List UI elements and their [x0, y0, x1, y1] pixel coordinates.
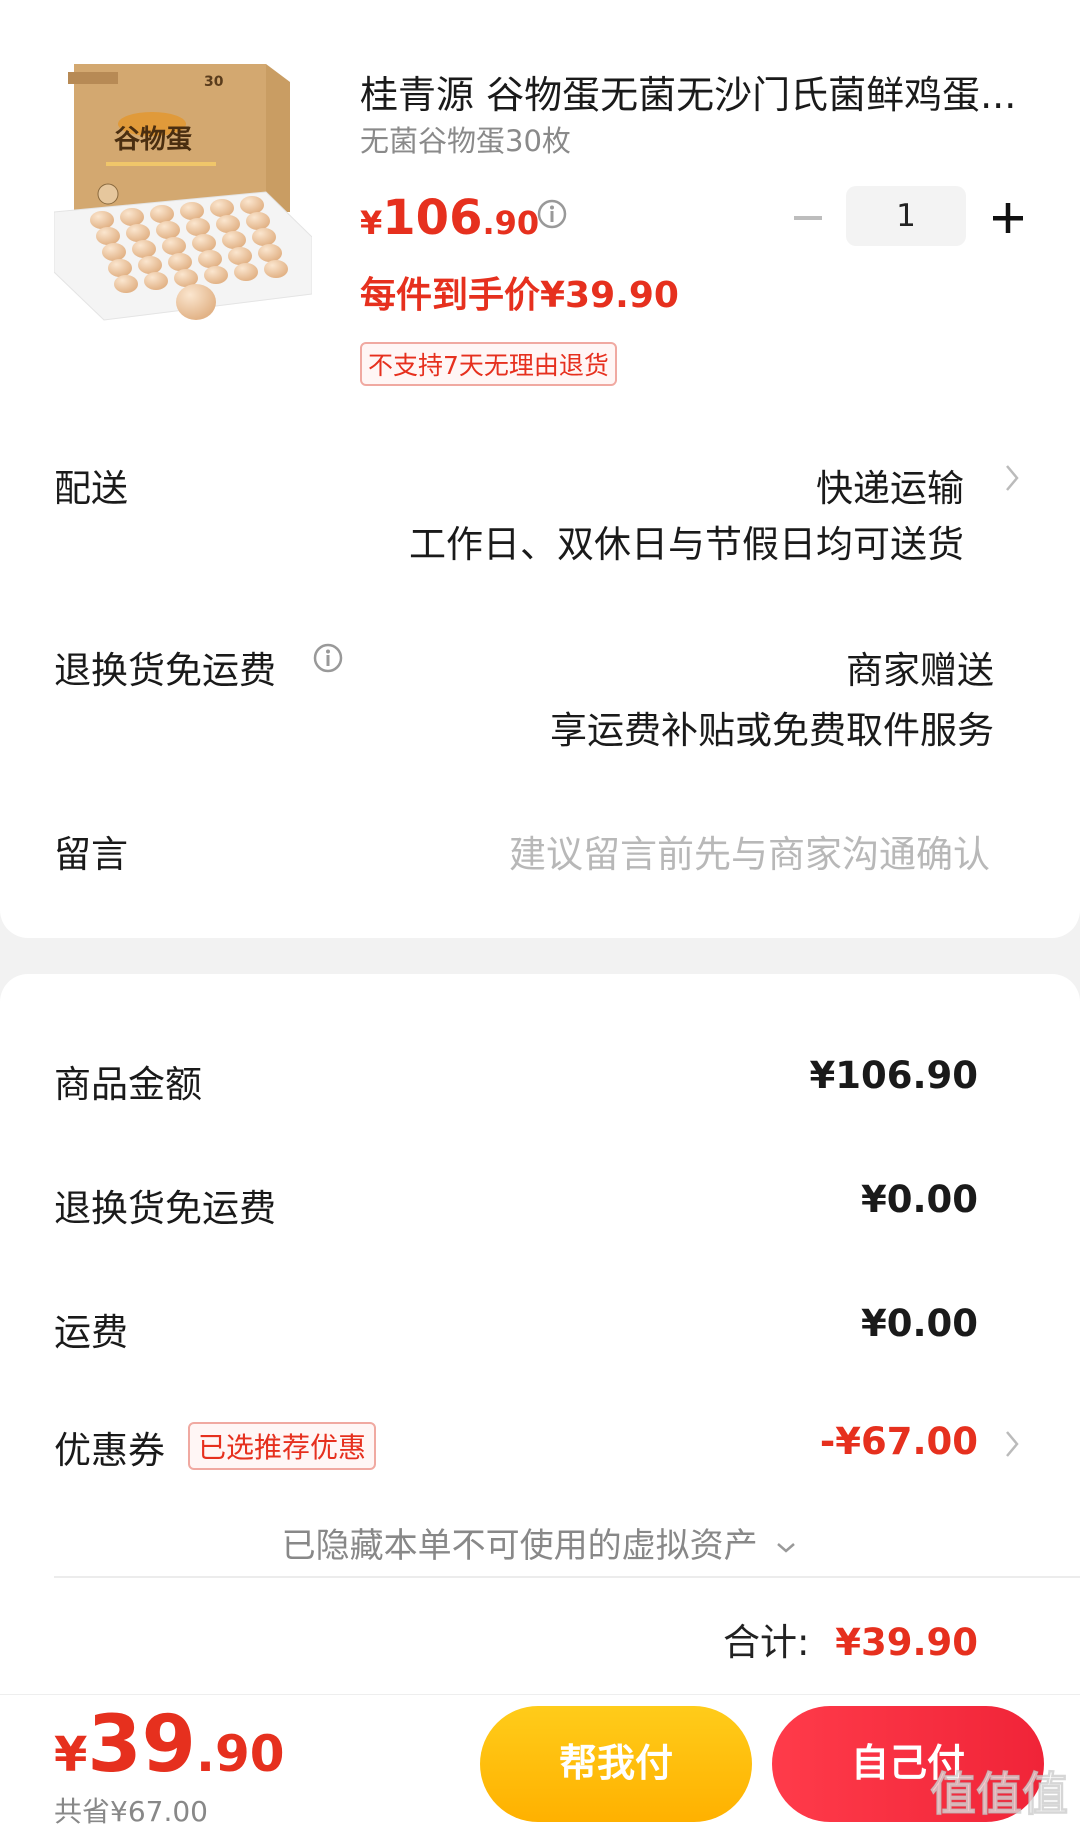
svg-text:值: 值	[1022, 1767, 1068, 1821]
egg-shape	[168, 253, 192, 271]
egg-shape	[156, 221, 180, 239]
egg-shape	[132, 240, 156, 258]
pay-for-me-button[interactable]: 帮我付	[480, 1706, 752, 1822]
egg-shape	[144, 272, 168, 290]
freight-label: 运费	[54, 1311, 128, 1354]
deal-price: 每件到手价¥39.90	[360, 275, 679, 316]
return-shipping-value: 商家赠送	[846, 649, 994, 692]
no-return-tag: 不支持7天无理由退货	[360, 342, 617, 386]
quantity-plus-button[interactable]	[988, 198, 1028, 238]
delivery-label: 配送	[54, 467, 128, 510]
price-integer: 106	[382, 190, 483, 246]
egg-shape	[264, 260, 288, 278]
egg-shape	[210, 199, 234, 217]
payable-decimal: .90	[195, 1725, 285, 1783]
egg-shape	[228, 247, 252, 265]
hidden-assets-label: 已隐藏本单不可使用的虚拟资产	[281, 1526, 758, 1566]
egg-shape	[138, 256, 162, 274]
coupon-chevron-icon[interactable]	[1002, 1428, 1022, 1460]
delivery-chevron-icon[interactable]	[1002, 462, 1022, 494]
egg-shape	[162, 237, 186, 255]
delivery-method[interactable]: 快递运输	[816, 458, 964, 512]
goods-amount-value: ¥106.90	[809, 1054, 978, 1097]
egg-shape	[186, 218, 210, 236]
delivery-note: 工作日、双休日与节假日均可送货	[409, 523, 964, 566]
egg-shape	[120, 208, 144, 226]
egg-shape	[234, 263, 258, 281]
hidden-assets-toggle[interactable]: 已隐藏本单不可使用的虚拟资产	[0, 1518, 1080, 1567]
egg-shape	[126, 224, 150, 242]
egg-shape	[114, 275, 138, 293]
return-freight-value: ¥0.00	[860, 1178, 978, 1221]
watermark-logo: 值 值 值 zhizhizhi.com	[930, 1767, 1069, 1838]
egg-shape	[198, 250, 222, 268]
total-row: 合计: ¥39.90	[723, 1612, 978, 1666]
message-label: 留言	[54, 833, 128, 876]
egg-shape	[204, 266, 228, 284]
egg-shape	[240, 196, 264, 214]
price-currency: ¥	[360, 204, 383, 242]
payable-price: ¥ 39 .90	[54, 1700, 285, 1790]
svg-text:谷物蛋: 谷物蛋	[114, 125, 192, 155]
egg-shape	[216, 215, 240, 233]
svg-text:值: 值	[930, 1767, 976, 1821]
egg-shape	[252, 228, 276, 246]
price-info-icon[interactable]	[536, 198, 568, 230]
freight-value: ¥0.00	[860, 1302, 978, 1345]
goods-amount-label: 商品金额	[54, 1063, 202, 1106]
svg-text:zhizhizhi.com: zhizhizhi.com	[948, 1819, 1056, 1838]
egg-shape	[150, 205, 174, 223]
egg-shape	[192, 234, 216, 252]
saved-amount: 共省¥67.00	[54, 1795, 208, 1828]
product-title[interactable]: 桂青源 谷物蛋无菌无沙门氏菌鲜鸡蛋...	[360, 64, 1030, 119]
payable-integer: 39	[87, 1700, 196, 1790]
message-input[interactable]: 建议留言前先与商家沟通确认	[509, 824, 990, 878]
egg-shape	[246, 212, 270, 230]
total-value: ¥39.90	[835, 1621, 978, 1664]
egg-shape	[96, 227, 120, 245]
return-freight-label: 退换货免运费	[54, 1187, 276, 1230]
egg-shape	[90, 211, 114, 229]
coupon-value[interactable]: -¥67.00	[820, 1420, 978, 1463]
price-decimal: .90	[482, 204, 540, 242]
egg-shape	[108, 259, 132, 277]
payable-currency: ¥	[54, 1727, 88, 1783]
svg-text:30: 30	[204, 74, 224, 90]
return-shipping-label: 退换货免运费	[54, 649, 276, 692]
quantity-minus-button[interactable]	[788, 198, 828, 238]
return-shipping-info-icon[interactable]	[312, 642, 344, 674]
product-price: ¥ 106 .90	[360, 190, 539, 246]
total-label: 合计:	[722, 1621, 810, 1664]
egg-shape	[258, 244, 282, 262]
egg-shape	[102, 243, 126, 261]
chevron-down-icon	[777, 1542, 796, 1553]
svg-text:值: 值	[976, 1767, 1022, 1821]
coupon-label: 优惠券	[54, 1429, 165, 1472]
coupon-recommended-tag[interactable]: 已选推荐优惠	[188, 1422, 377, 1470]
quantity-input[interactable]: 1	[846, 186, 966, 246]
product-sku[interactable]: 无菌谷物蛋30枚	[360, 118, 571, 160]
summary-divider	[54, 1576, 1080, 1578]
egg-shape	[180, 202, 204, 220]
product-image[interactable]: 30 谷物蛋	[54, 62, 312, 332]
egg-shape	[222, 231, 246, 249]
return-shipping-note: 享运费补贴或免费取件服务	[550, 709, 994, 752]
